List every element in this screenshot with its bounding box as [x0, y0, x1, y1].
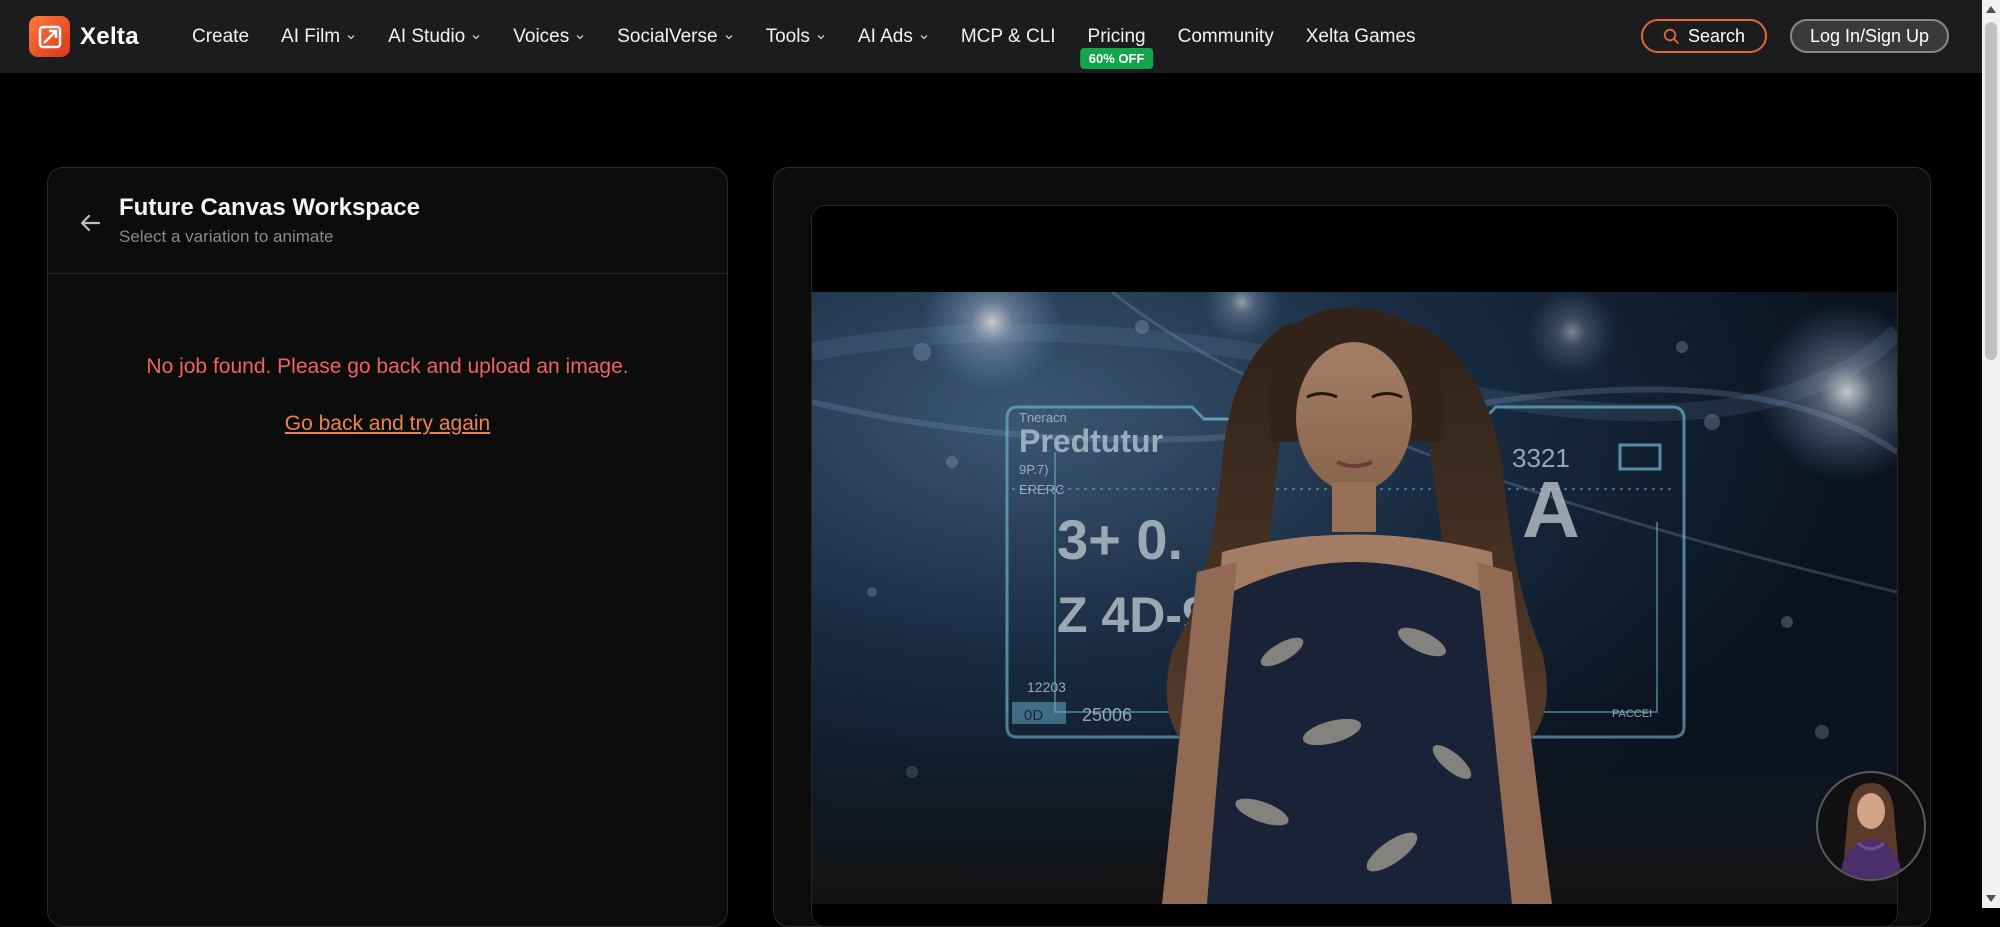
retry-link[interactable]: Go back and try again [285, 412, 490, 435]
preview-panel: Tneracn Predtutur 9P.7) ERERC 3+ 0. Z 4D… [773, 167, 1931, 927]
error-message: No job found. Please go back and upload … [146, 355, 629, 378]
nav-item-xelta-games[interactable]: Xelta Games [1290, 0, 1432, 73]
nav-item-socialverse[interactable]: SocialVerse [601, 0, 749, 73]
search-icon [1663, 28, 1679, 44]
nav-item-ai-film[interactable]: AI Film [265, 0, 372, 73]
nav-item-ai-studio[interactable]: AI Studio [372, 0, 497, 73]
brand[interactable]: Xelta [29, 16, 139, 57]
preview-frame: Tneracn Predtutur 9P.7) ERERC 3+ 0. Z 4D… [811, 205, 1898, 927]
scroll-down-arrow-icon[interactable] [1986, 895, 1996, 902]
workspace-subtitle: Select a variation to animate [119, 227, 334, 246]
nav-label: Xelta Games [1305, 25, 1416, 47]
chevron-down-icon [472, 34, 480, 39]
xelta-logo-icon [29, 16, 70, 57]
nav-label: AI Ads [857, 25, 913, 47]
nav-label: Tools [765, 25, 810, 47]
retry-link-wrap: Go back and try again [48, 412, 727, 436]
preview-illustration: Tneracn Predtutur 9P.7) ERERC 3+ 0. Z 4D… [812, 292, 1897, 904]
workspace-title: Future Canvas Workspace [119, 194, 420, 221]
nav-item-pricing[interactable]: Pricing 60% OFF [1072, 0, 1162, 73]
scroll-up-arrow-icon[interactable] [1986, 6, 1996, 13]
nav-label: SocialVerse [617, 25, 718, 47]
nav-label: MCP & CLI [960, 25, 1056, 47]
nav-label: Community [1177, 25, 1274, 47]
preview-image: Tneracn Predtutur 9P.7) ERERC 3+ 0. Z 4D… [812, 292, 1897, 904]
nav-item-create[interactable]: Create [176, 0, 265, 73]
top-navbar: Xelta Create AI Film AI Studio Voices So… [0, 0, 1982, 73]
search-label: Search [1687, 25, 1746, 46]
login-label: Log In/Sign Up [1809, 25, 1930, 46]
assistant-avatar-illustration [1840, 783, 1902, 879]
workspace-header: Future Canvas Workspace Select a variati… [48, 168, 727, 274]
assistant-avatar-icon[interactable] [1816, 771, 1926, 881]
nav-label: Voices [513, 25, 570, 47]
chevron-down-icon [817, 34, 825, 39]
chevron-down-icon [347, 34, 355, 39]
nav-item-community[interactable]: Community [1162, 0, 1290, 73]
search-button[interactable]: Search [1641, 19, 1767, 53]
login-signup-button[interactable]: Log In/Sign Up [1790, 19, 1949, 53]
nav-item-voices[interactable]: Voices [497, 0, 601, 73]
nav-label: Create [192, 25, 250, 47]
nav-label: Pricing [1087, 25, 1146, 47]
scroll-thumb[interactable] [1985, 22, 1997, 360]
chevron-down-icon [725, 34, 733, 39]
nav-item-ai-ads[interactable]: AI Ads [842, 0, 945, 73]
nav-label: AI Film [281, 25, 341, 47]
nav-label: AI Studio [388, 25, 466, 47]
chevron-down-icon [576, 34, 584, 39]
nav-item-tools[interactable]: Tools [750, 0, 842, 73]
nav-item-mcp-cli[interactable]: MCP & CLI [945, 0, 1072, 73]
chevron-down-icon [920, 34, 928, 39]
discount-badge: 60% OFF [1079, 48, 1154, 69]
workspace-panel: Future Canvas Workspace Select a variati… [47, 167, 728, 927]
brand-name: Xelta [80, 22, 139, 50]
back-arrow-icon[interactable] [75, 208, 105, 238]
main-menu: Create AI Film AI Studio Voices SocialVe… [176, 0, 1432, 73]
page-scrollbar[interactable] [1982, 0, 2000, 908]
